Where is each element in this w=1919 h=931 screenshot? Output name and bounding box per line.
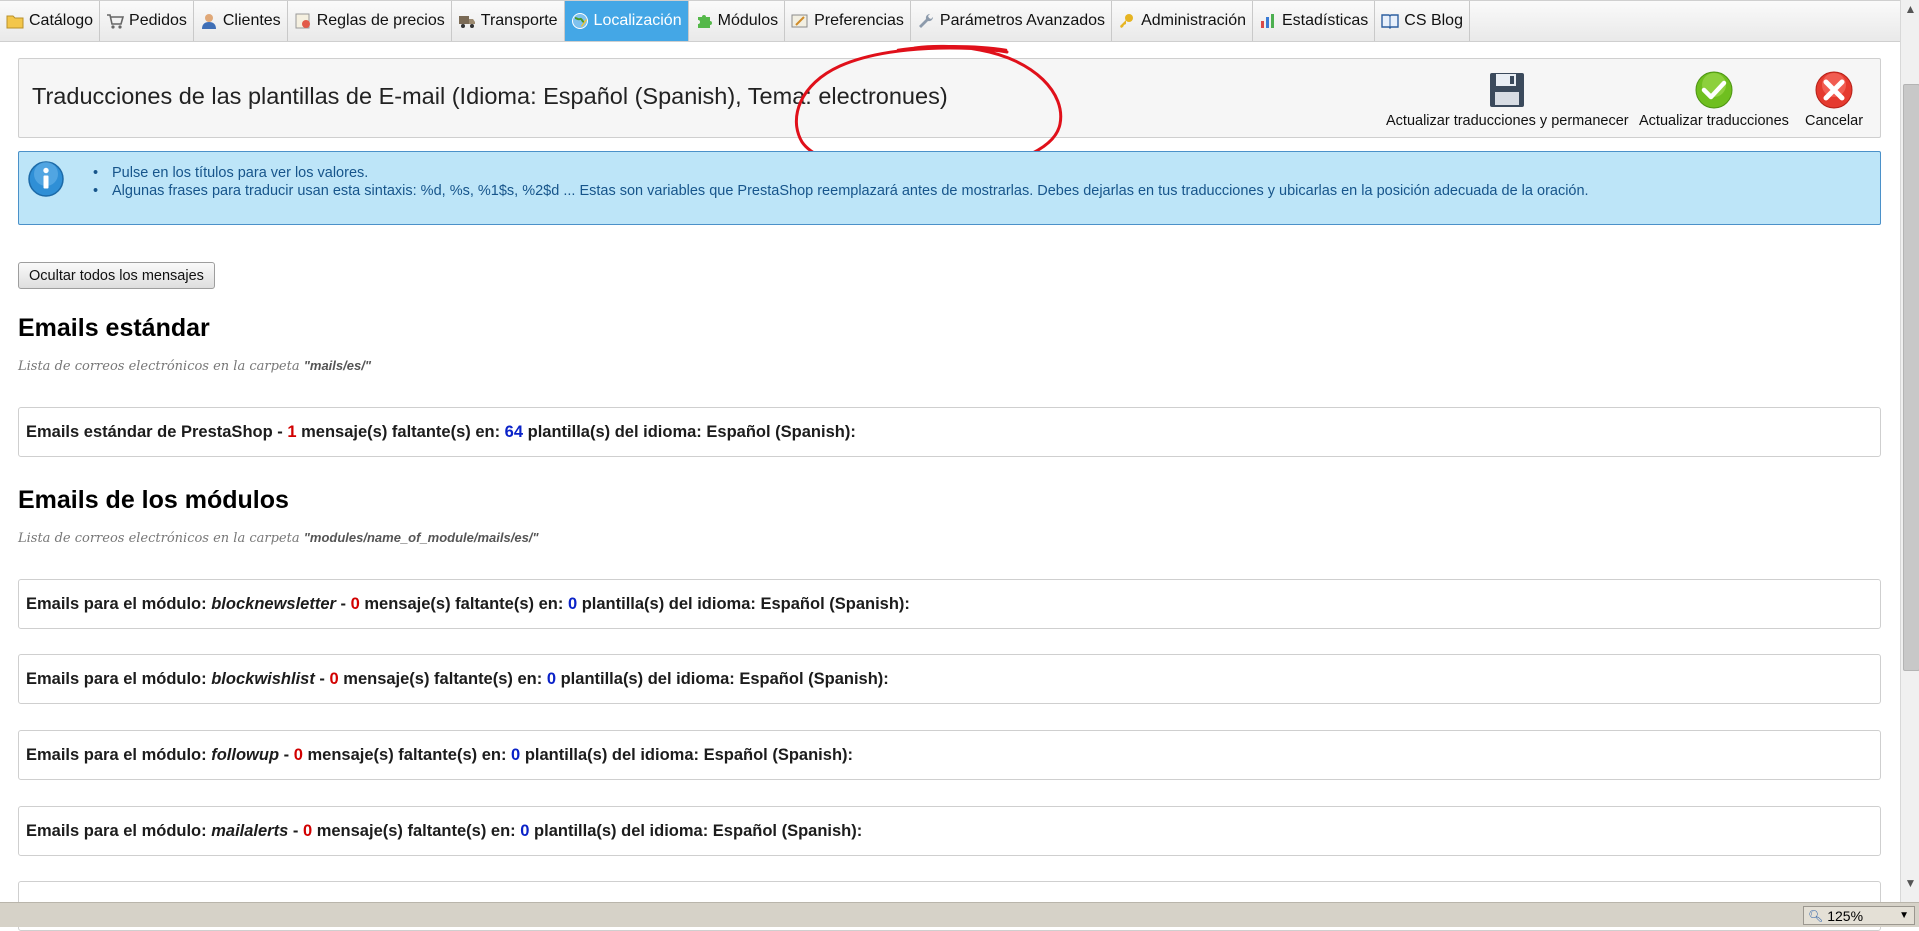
zoom-level: 125% bbox=[1827, 907, 1864, 924]
truck-icon bbox=[458, 16, 475, 28]
vertical-scrollbar[interactable]: ▲ ▼ bbox=[1900, 0, 1919, 902]
tab-label: Preferencias bbox=[814, 12, 904, 29]
fieldset-legend: Emails para el módulo: blockwishlist - 0… bbox=[26, 670, 889, 688]
tab-label: CS Blog bbox=[1404, 12, 1463, 29]
template-count: 0 bbox=[546, 670, 557, 688]
key-icon bbox=[1120, 14, 1134, 28]
module-fieldset-blocknewsletter[interactable]: Emails para el módulo: blocknewsletter -… bbox=[18, 579, 1881, 629]
folder-path: "mails/es/" bbox=[303, 358, 371, 373]
tab-modulos[interactable]: Módulos bbox=[689, 1, 786, 41]
module-fieldset-followup[interactable]: Emails para el módulo: followup - 0 mens… bbox=[18, 730, 1881, 780]
tab-label: Catálogo bbox=[29, 12, 94, 29]
tab-clientes[interactable]: Clientes bbox=[194, 1, 288, 41]
module-fieldset-blockwishlist[interactable]: Emails para el módulo: blockwishlist - 0… bbox=[18, 654, 1881, 704]
module-name: blocknewsletter bbox=[211, 595, 336, 613]
cart-icon bbox=[107, 14, 125, 29]
tab-cs-blog[interactable]: CS Blog bbox=[1375, 1, 1470, 41]
book-icon bbox=[1381, 14, 1399, 29]
wrench-icon bbox=[918, 13, 933, 28]
tab-label: Parámetros Avanzados bbox=[939, 12, 1106, 29]
module-fieldset-mailalerts[interactable]: Emails para el módulo: mailalerts - 0 me… bbox=[18, 806, 1881, 856]
info-box: Pulse en los títulos para ver los valore… bbox=[18, 151, 1881, 225]
tab-label: Administración bbox=[1141, 12, 1246, 29]
module-name: mailalerts bbox=[211, 822, 289, 840]
zoom-control[interactable]: 🔍︎ 125% ▼ bbox=[1803, 906, 1915, 925]
info-item: Algunas frases para traducir usan esta s… bbox=[93, 182, 1589, 200]
module-emails-heading: Emails de los módulos bbox=[18, 486, 289, 514]
top-navigation: Catálogo Pedidos Clientes Reglas de prec… bbox=[0, 0, 1900, 42]
tab-estadisticas[interactable]: Estadísticas bbox=[1253, 1, 1376, 41]
standard-emails-fieldset[interactable]: Emails estándar de PrestaShop - 1 mensaj… bbox=[18, 407, 1881, 457]
module-name: blockwishlist bbox=[211, 670, 315, 688]
standard-emails-subtitle: Lista de correos electrónicos en la carp… bbox=[18, 358, 371, 374]
tab-reglas-precios[interactable]: Reglas de precios bbox=[288, 1, 452, 41]
fieldset-legend: Emails para el módulo: blocknewsletter -… bbox=[26, 595, 910, 613]
fieldset-legend: Emails para el módulo: followup - 0 mens… bbox=[26, 746, 854, 764]
info-icon bbox=[28, 161, 64, 197]
update-label: Actualizar traducciones bbox=[1639, 113, 1789, 129]
cancel-button[interactable]: Cancelar bbox=[1805, 71, 1863, 129]
missing-count: 0 bbox=[293, 746, 303, 764]
zoom-icon: 🔍︎ bbox=[1808, 908, 1824, 923]
globe-icon bbox=[571, 13, 588, 29]
cancel-x-icon bbox=[1815, 71, 1853, 109]
tab-label: Localización bbox=[593, 12, 682, 29]
missing-count: 0 bbox=[350, 595, 360, 613]
price-rules-icon bbox=[295, 13, 310, 29]
standard-emails-heading: Emails estándar bbox=[18, 314, 210, 342]
folder-icon bbox=[6, 15, 24, 29]
update-and-stay-label: Actualizar traducciones y permanecer bbox=[1386, 113, 1629, 129]
fieldset-legend: Emails para el módulo: mailalerts - 0 me… bbox=[26, 822, 863, 840]
checkmark-icon bbox=[1695, 71, 1733, 109]
template-count: 0 bbox=[511, 746, 521, 764]
tab-label: Estadísticas bbox=[1282, 12, 1369, 29]
preferences-icon bbox=[791, 14, 808, 28]
tab-label: Pedidos bbox=[129, 12, 187, 29]
fieldset-legend: Emails estándar de PrestaShop - 1 mensaj… bbox=[26, 423, 856, 441]
missing-count: 0 bbox=[302, 822, 313, 840]
scroll-thumb[interactable] bbox=[1903, 84, 1919, 671]
tab-catalogo[interactable]: Catálogo bbox=[0, 1, 101, 41]
user-icon bbox=[201, 14, 216, 29]
tab-transporte[interactable]: Transporte bbox=[452, 1, 565, 41]
module-emails-subtitle: Lista de correos electrónicos en la carp… bbox=[18, 530, 539, 546]
info-list: Pulse en los títulos para ver los valore… bbox=[93, 164, 1589, 200]
tab-parametros-avanzados[interactable]: Parámetros Avanzados bbox=[911, 1, 1113, 41]
scroll-down-arrow-icon[interactable]: ▼ bbox=[1901, 874, 1919, 892]
cancel-label: Cancelar bbox=[1805, 113, 1864, 129]
scroll-up-arrow-icon[interactable]: ▲ bbox=[1901, 0, 1919, 18]
tab-label: Clientes bbox=[222, 12, 281, 29]
tab-administracion[interactable]: Administración bbox=[1112, 1, 1253, 41]
tab-preferencias[interactable]: Preferencias bbox=[785, 1, 911, 41]
update-button[interactable]: Actualizar traducciones bbox=[1639, 71, 1789, 129]
update-and-stay-button[interactable]: Actualizar traducciones y permanecer bbox=[1386, 71, 1629, 129]
module-name: followup bbox=[211, 746, 280, 764]
subtitle-prefix: Lista de correos electrónicos en la carp… bbox=[18, 531, 300, 546]
chart-icon bbox=[1261, 14, 1274, 28]
tab-label: Transporte bbox=[480, 12, 558, 29]
chevron-down-icon: ▼ bbox=[1899, 910, 1909, 921]
hide-all-messages-button[interactable]: Ocultar todos los mensajes bbox=[18, 262, 215, 289]
template-count: 0 bbox=[567, 595, 578, 613]
template-count: 64 bbox=[504, 423, 524, 441]
puzzle-icon bbox=[697, 15, 712, 28]
tab-label: Reglas de precios bbox=[316, 12, 445, 29]
browser-status-bar: 🔍︎ 125% ▼ bbox=[0, 902, 1919, 927]
tab-label: Módulos bbox=[717, 12, 779, 29]
subtitle-prefix: Lista de correos electrónicos en la carp… bbox=[18, 359, 300, 374]
missing-count: 0 bbox=[329, 670, 339, 688]
missing-count: 1 bbox=[287, 423, 297, 441]
tab-pedidos[interactable]: Pedidos bbox=[100, 1, 194, 41]
floppy-disk-icon bbox=[1490, 73, 1525, 107]
tab-localizacion[interactable]: Localización bbox=[564, 1, 689, 41]
folder-path: "modules/name_of_module/mails/es/" bbox=[303, 530, 539, 545]
info-item: Pulse en los títulos para ver los valore… bbox=[93, 164, 1589, 182]
